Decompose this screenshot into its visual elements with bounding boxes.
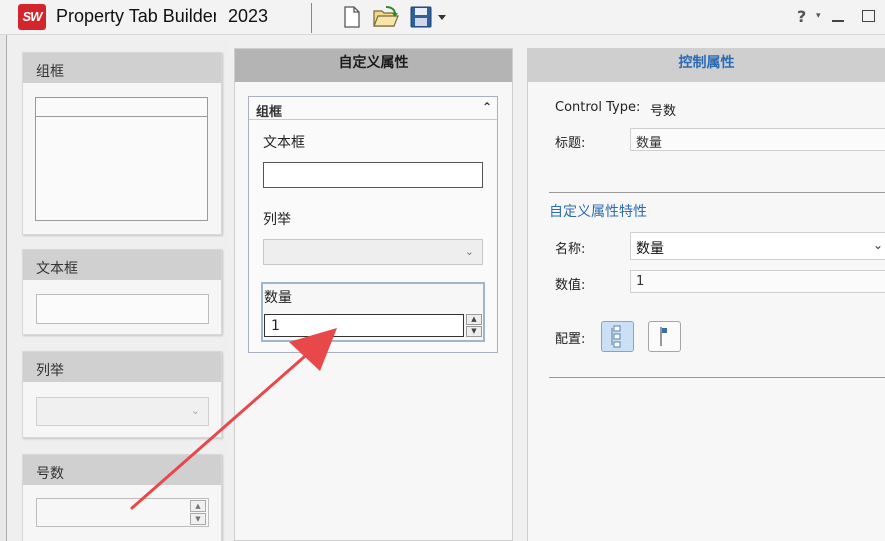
- title-bar: SW Property Tab Builder 2023 ? ▾: [0, 0, 885, 35]
- config-all-button[interactable]: [601, 321, 634, 352]
- configuration-tree-icon: [611, 325, 621, 348]
- list-control-label: 列举: [263, 212, 291, 228]
- number-preview: ▲ ▼: [36, 498, 209, 527]
- value-label: 数值:: [555, 278, 586, 293]
- groupbox-control[interactable]: 组框 ⌃ 文本框 列举 ⌄ 数量 1 ▲ ▼: [248, 96, 498, 353]
- configuration-flag-icon: [660, 327, 667, 346]
- config-label: 配置:: [555, 332, 586, 347]
- value-input[interactable]: 1: [630, 270, 885, 293]
- number-control[interactable]: 数量 1 ▲ ▼: [261, 282, 485, 342]
- minimize-button[interactable]: [832, 20, 844, 22]
- palette-textbox-label: 文本框: [23, 250, 221, 280]
- palette-textbox-item[interactable]: 文本框: [22, 249, 222, 335]
- list-control-select[interactable]: ⌄: [263, 239, 483, 265]
- maximize-button[interactable]: [862, 10, 875, 22]
- solidworks-logo-icon: SW: [18, 4, 46, 30]
- palette-groupbox-item[interactable]: 组框: [22, 52, 222, 235]
- number-control-input[interactable]: 1: [264, 314, 464, 337]
- palette-groupbox-label: 组框: [23, 53, 221, 83]
- title-separator: [311, 3, 312, 33]
- list-preview: ⌄: [36, 397, 209, 426]
- custom-property-section-title: 自定义属性特性: [549, 204, 647, 220]
- palette-number-label: 号数: [23, 455, 221, 485]
- textbox-preview: [36, 294, 209, 324]
- textbox-control-label: 文本框: [263, 135, 305, 151]
- open-folder-icon[interactable]: [372, 5, 400, 29]
- groupbox-preview: [35, 97, 208, 221]
- custom-properties-header: 自定义属性: [235, 49, 512, 82]
- collapse-up-icon[interactable]: ⌃: [482, 100, 492, 114]
- palette-list-item[interactable]: 列举 ⌄: [22, 351, 222, 438]
- help-caret-icon[interactable]: ▾: [816, 11, 821, 21]
- window-left-border: [0, 35, 7, 541]
- control-properties-header: 控制属性: [528, 49, 885, 82]
- spin-up-icon[interactable]: ▲: [466, 314, 482, 325]
- textbox-control-input[interactable]: [263, 162, 483, 188]
- control-palette: 组框 文本框 列举 ⌄ 号数 ▲ ▼: [8, 36, 230, 541]
- number-control-label: 数量: [264, 290, 292, 306]
- palette-list-label: 列举: [23, 352, 221, 382]
- spin-down-icon: ▼: [190, 513, 206, 525]
- property-tab-builder-window: SW Property Tab Builder 2023 ? ▾ 组框 文本框 …: [0, 0, 885, 541]
- caption-label: 标题:: [555, 136, 586, 151]
- new-document-icon[interactable]: [339, 5, 363, 29]
- groupbox-title: 组框: [249, 97, 497, 120]
- config-specific-button[interactable]: [648, 321, 681, 352]
- control-type-value: 号数: [650, 104, 677, 119]
- custom-properties-panel: 自定义属性 组框 ⌃ 文本框 列举 ⌄ 数量 1 ▲ ▼: [234, 48, 513, 541]
- chevron-down-icon: ⌄: [464, 245, 474, 258]
- app-year: 2023: [228, 6, 269, 26]
- save-disk-icon[interactable]: [409, 5, 433, 29]
- name-select[interactable]: 数量 ⌄: [630, 232, 885, 260]
- palette-number-item[interactable]: 号数 ▲ ▼: [22, 454, 222, 541]
- caption-input[interactable]: 数量: [630, 128, 885, 151]
- help-button[interactable]: ?: [797, 7, 806, 26]
- dropdown-caret-icon[interactable]: [436, 5, 448, 29]
- spin-down-icon[interactable]: ▼: [466, 326, 482, 337]
- divider: [549, 377, 885, 378]
- app-title: Property Tab Builder: [56, 6, 216, 26]
- control-type-label: Control Type:: [555, 100, 641, 115]
- name-label: 名称:: [555, 242, 586, 257]
- chevron-down-icon: ⌄: [190, 404, 200, 417]
- divider: [549, 192, 885, 193]
- control-properties-panel: 控制属性 Control Type: 号数 标题: 数量 自定义属性特性 名称:…: [527, 48, 885, 541]
- chevron-down-icon: ⌄: [872, 238, 883, 252]
- spin-up-icon: ▲: [190, 500, 206, 512]
